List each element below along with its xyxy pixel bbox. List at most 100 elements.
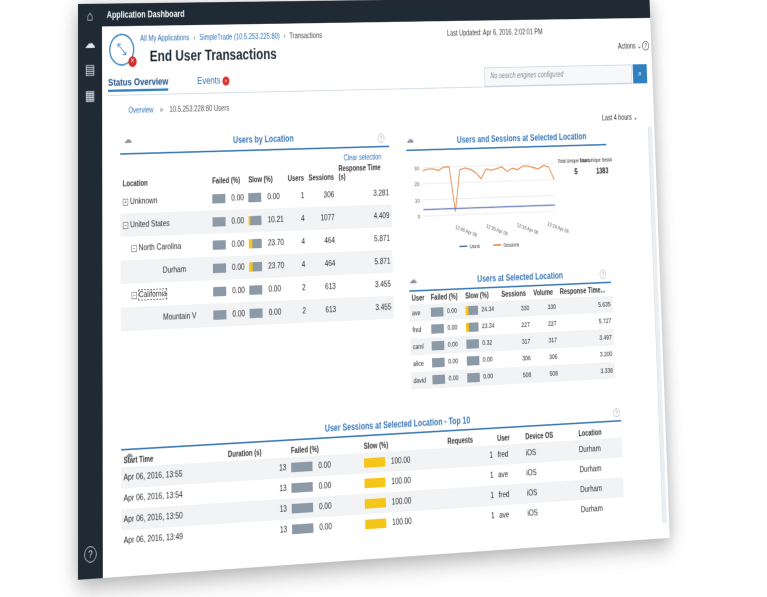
sidebar: ⌂ ☁ ▤ ▦ ? [78,3,103,580]
failed-value: 0.00 [232,309,246,320]
cloud-check-icon[interactable]: ☁ [83,34,97,53]
column-header[interactable]: Failed (%) [210,166,246,187]
x-tick-label: 12:30 Apr 06 [486,223,509,238]
slow-cell: 0.00 [247,277,287,302]
panel-help-icon[interactable]: ? [377,133,385,143]
page-title: End User Transactions [149,46,277,66]
user-cell: caml [410,337,430,356]
x-tick-label: 12:16 Apr 06 [547,221,570,236]
user-cell: ave [409,304,429,322]
clear-selection-link[interactable]: Clear selection [344,153,382,162]
panel-help-icon[interactable]: ? [599,269,607,280]
collapse-icon[interactable]: − [131,291,137,300]
tab-events[interactable]: Events × [197,74,230,87]
overview-link[interactable]: Overview [128,106,153,115]
sessions-cell: 613 [325,281,336,292]
collapse-icon[interactable]: − [131,245,137,253]
tab-divider [108,82,648,96]
page-help-icon[interactable]: ? [641,40,650,51]
users-cell: 4 [286,253,308,278]
failed-value: 0.00 [447,323,458,332]
collapse-icon[interactable]: − [122,221,129,230]
slow-cell: 100.00 [363,509,447,535]
transactions-icon: ⤡ × [109,33,137,68]
tab-label: Events [197,74,221,87]
slow-cell: 0.00 [246,185,286,209]
help-icon[interactable]: ? [84,545,97,564]
failed-cell: 0.00 [430,369,466,389]
sessions-cell: 227 [521,320,530,329]
location-name: California [138,288,168,301]
column-header[interactable]: Response Time (s) [336,162,391,183]
time-range-select[interactable]: Last 4 hours ⌄ [602,114,638,123]
events-error-badge: × [222,76,230,86]
actions-menu[interactable]: Actions ⌄ [618,43,642,51]
slow-bar [365,518,387,530]
expand-icon[interactable]: + [122,198,129,206]
column-header[interactable]: User [409,293,428,305]
breadcrumb-transactions[interactable]: Transactions [289,32,322,41]
panel-help-icon[interactable]: ? [613,407,621,418]
app-window: Application Dashboard ⌂ ☁ ▤ ▦ ? ⤡ × All M… [78,0,670,580]
resp-cell: 3.455 [374,279,391,290]
slow-value: 23.34 [481,321,495,331]
sessions-cell: 306 [323,190,335,200]
slow-bar [364,457,386,468]
slow-value: 0.00 [482,355,493,364]
total-users-value: 5 [574,167,578,177]
slow-value: 100.00 [391,475,411,487]
duration-cell: 13 [279,525,288,536]
slow-bar-fill [249,239,253,249]
slow-value: 100.00 [391,496,412,507]
breadcrumb-simpletrade[interactable]: SimpleTrade (10.5.253.225:80) [199,33,279,43]
location-table: Location Failed (%) Slow (%) Users Sessions R… [120,162,394,332]
users-at-location-title: Users at Selected Location [477,270,564,285]
slow-cell: 23.70 [247,231,287,256]
failed-bar [432,357,445,368]
overview-breadcrumb: Overview » 10.5.253.228:80 Users [128,104,229,115]
failed-cell: 0.00 [210,186,246,210]
column-header[interactable]: Users [285,165,306,185]
search-icon[interactable]: ⌕ [632,64,648,84]
user-cell: ave [497,469,509,480]
calendar-grid-icon[interactable]: ▦ [83,86,97,105]
failed-value: 0.00 [448,357,459,366]
user-cell: ave [499,510,510,521]
gridline [423,164,554,168]
slow-bar [466,339,479,349]
column-header[interactable]: Slow (%) [246,165,286,186]
home-icon[interactable]: ⌂ [83,7,97,25]
users-sessions-panel: ☁ Users and Sessions at Selected Locatio… [406,128,615,262]
top-sessions-panel: ☁ User Sessions at Selected Location - T… [121,403,631,569]
failed-value: 0.00 [231,239,245,250]
failed-cell: 0.00 [289,514,363,540]
sessions-cell: 464 [324,236,336,246]
slow-bar [249,308,263,319]
search-input[interactable]: No search engines configured [484,64,633,87]
slow-value: 24.34 [481,305,495,314]
user-cell: fred [496,483,525,506]
content-scrollbar[interactable] [647,126,667,523]
total-sessions-label: Total Unique Sessions [579,157,615,165]
failed-cell: 0.00 [210,302,248,328]
overview-current: 10.5.253.228:80 Users [169,104,230,115]
failed-value: 0.00 [448,374,459,383]
user-cell: fred [412,325,422,334]
slow-cell: 0.00 [464,367,502,387]
slow-cell: 0.00 [464,351,501,370]
legend-label: Sessions [503,242,520,249]
volume-cell: 306 [548,352,558,361]
tab-status-overview[interactable]: Status Overview [108,75,169,93]
document-icon[interactable]: ▤ [83,60,97,79]
cloud-icon: ☁ [405,132,415,146]
breadcrumb-all-apps[interactable]: All My Applications [140,34,189,43]
failed-value: 0.00 [446,306,458,315]
users-sessions-title: Users and Sessions at Selected Location [456,131,587,146]
resp-cell: 3.338 [559,361,616,382]
location-cell: Durham [580,503,603,515]
y-tick-label: 0 [418,214,421,221]
slow-bar [249,261,263,272]
volume-cell: 330 [531,298,559,317]
location-name: United States [130,218,170,230]
column-header[interactable]: Sessions [306,164,336,185]
